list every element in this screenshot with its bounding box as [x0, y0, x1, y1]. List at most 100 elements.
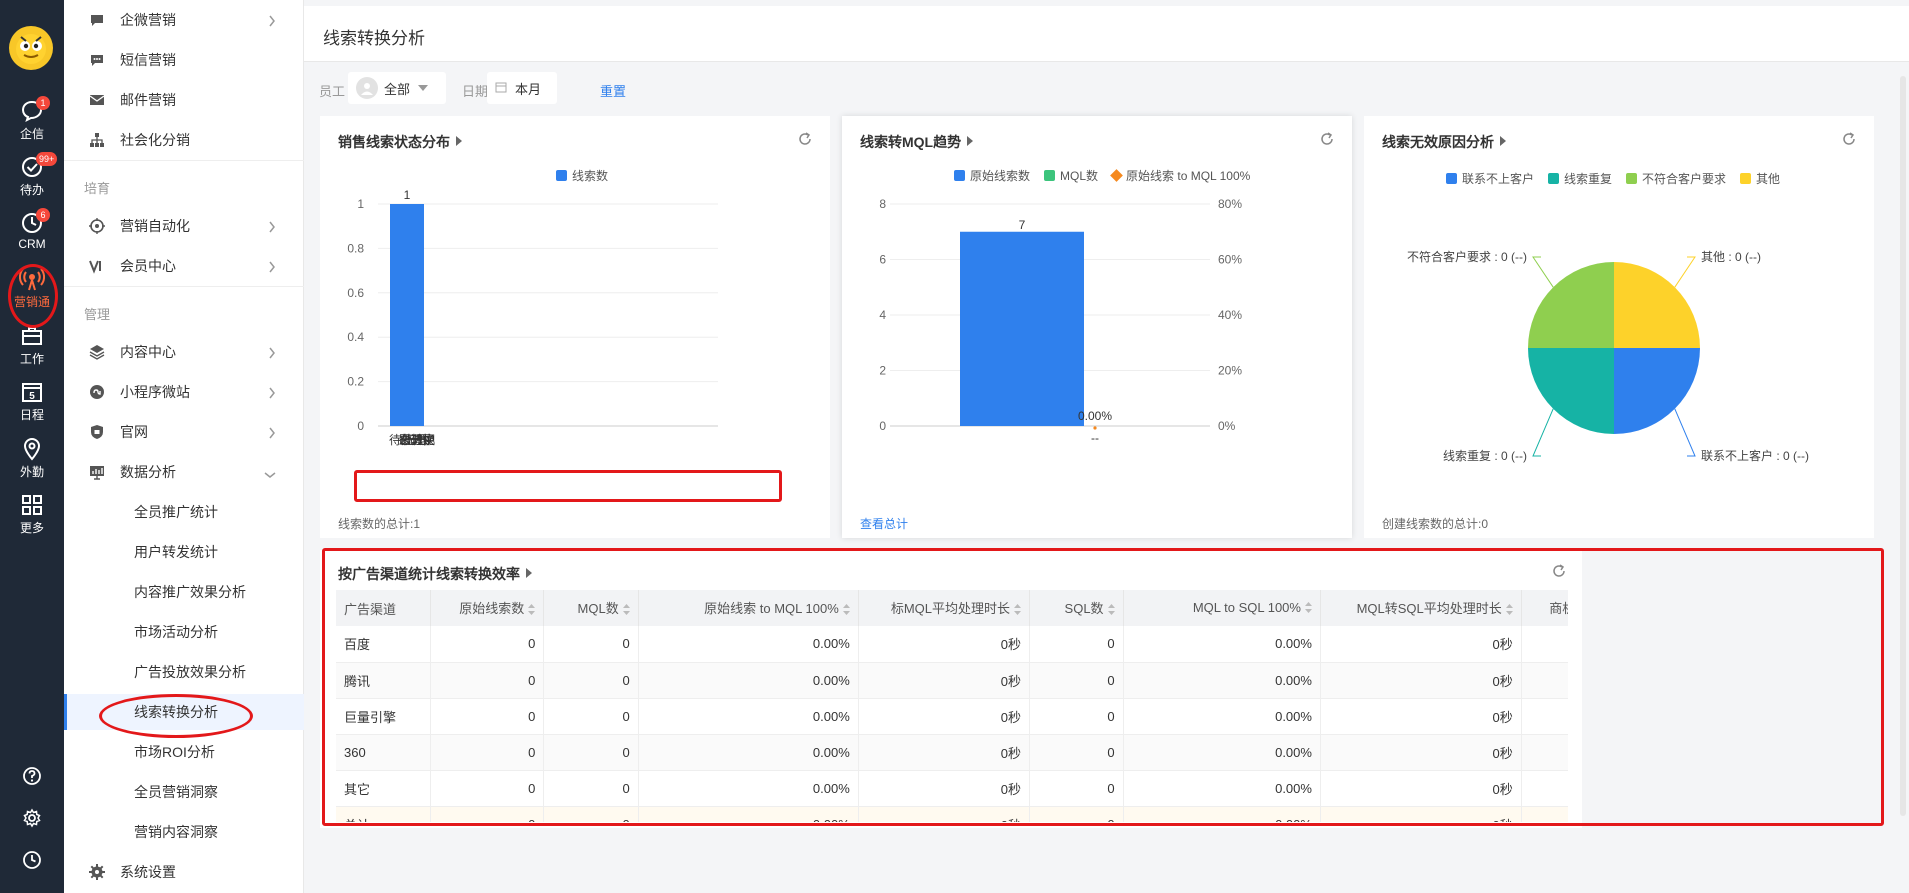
- rail-item-4[interactable]: 营销通: [0, 266, 64, 318]
- sort-icon[interactable]: [842, 603, 850, 618]
- rail-item-label: 企信: [19, 127, 44, 141]
- sidebar-subitem-5[interactable]: 广告投放效果分析: [64, 654, 304, 690]
- pie-slice-线索重复: [1528, 348, 1614, 434]
- sidebar-item-wecom[interactable]: 企微营销: [64, 2, 304, 38]
- column-header[interactable]: MQL转SQL平均处理时长: [1320, 590, 1522, 626]
- table-cell: 0秒: [1320, 770, 1522, 807]
- sidebar-subitem-4[interactable]: 市场活动分析: [64, 614, 304, 650]
- sidebar-item-social-distribution[interactable]: 社会化分销: [64, 122, 304, 158]
- column-header-label: 广告渠道: [344, 601, 397, 617]
- table-cell: 0: [543, 662, 639, 699]
- refresh-icon[interactable]: [798, 132, 812, 149]
- table-cell: 0: [1521, 626, 1568, 663]
- scrollbar[interactable]: [1900, 76, 1906, 816]
- help-icon[interactable]: [0, 760, 64, 792]
- sidebar-item-label: 营销自动化: [120, 218, 190, 234]
- column-header[interactable]: SQL数: [1029, 590, 1124, 626]
- rail-item-7[interactable]: 外勤: [0, 436, 64, 488]
- sort-icon[interactable]: [528, 603, 536, 618]
- table-row: 百度000.00%0秒00.00%0秒0: [336, 626, 1568, 663]
- rail-item-8[interactable]: 更多: [0, 492, 64, 544]
- history-clock-icon[interactable]: [0, 844, 64, 876]
- sidebar-item-label: 社会化分销: [120, 132, 190, 148]
- table-cell: 0秒: [858, 698, 1031, 735]
- column-header[interactable]: 标MQL平均处理时长: [858, 590, 1031, 626]
- sidebar-item-system-settings[interactable]: 系统设置: [64, 854, 304, 890]
- y-tick-label: 6: [879, 253, 886, 267]
- view-total-link[interactable]: 查看总计: [860, 515, 908, 532]
- sidebar-subitem-2[interactable]: 用户转发统计: [64, 534, 304, 570]
- table-cell: 0: [430, 734, 545, 771]
- pie-slice-label: 不符合客户要求 : 0 (--): [1407, 249, 1527, 264]
- refresh-icon[interactable]: [1320, 132, 1334, 149]
- sidebar-item-marketing-automation[interactable]: 营销自动化: [64, 208, 304, 244]
- refresh-icon[interactable]: [1552, 564, 1566, 581]
- card-title[interactable]: 销售线索状态分布: [338, 132, 462, 152]
- column-header[interactable]: 商机数: [1521, 590, 1568, 626]
- refresh-icon[interactable]: [1842, 132, 1856, 149]
- briefcase-icon: [19, 323, 45, 349]
- sort-icon[interactable]: [1014, 603, 1022, 618]
- rail-item-3[interactable]: CRM 6: [0, 208, 64, 262]
- column-header[interactable]: 原始线索 to MQL 100%: [638, 590, 859, 626]
- sidebar-subitem-7[interactable]: 市场ROI分析: [64, 734, 304, 770]
- table-cell: 0: [430, 698, 545, 735]
- calendar-day-number: 5: [29, 391, 35, 402]
- sidebar-item-content-center[interactable]: 内容中心: [64, 334, 304, 370]
- sidebar-item-sms[interactable]: 短信营销: [64, 42, 304, 78]
- sidebar-subitem-3[interactable]: 内容推广效果分析: [64, 574, 304, 610]
- y-tick-label: 0.8: [347, 241, 364, 255]
- notification-badge: 6: [36, 208, 50, 222]
- sidebar-item-website[interactable]: 官网: [64, 414, 304, 450]
- table-cell: 0: [543, 734, 639, 771]
- column-header[interactable]: MQL数: [543, 590, 639, 626]
- pie-slice-其他: [1614, 262, 1700, 348]
- sort-icon[interactable]: [1304, 601, 1312, 616]
- avatar-icon: [356, 77, 378, 99]
- rail-item-1[interactable]: 企信 1: [0, 96, 64, 150]
- calendar-icon: [495, 81, 507, 96]
- table-cell: 总计: [336, 806, 431, 822]
- sidebar-item-member-center[interactable]: 会员中心: [64, 248, 304, 284]
- table-cell: 百度: [336, 626, 431, 663]
- sidebar-subitem-6[interactable]: 线索转换分析: [64, 694, 304, 730]
- conversion-table-wrapper[interactable]: 广告渠道 原始线索数 MQL数 原始线索 to MQL 100% 标MQL平均处理时长 S…: [336, 590, 1568, 822]
- table-cell: 0.00%: [638, 734, 859, 771]
- y-tick-label: 0.4: [347, 330, 364, 344]
- sidebar-item-mini-program[interactable]: 小程序微站: [64, 374, 304, 410]
- column-header[interactable]: 广告渠道: [336, 590, 431, 626]
- bar-data-label: 1: [404, 188, 411, 202]
- sidebar-subitem-9[interactable]: 营销内容洞察: [64, 814, 304, 850]
- column-header-label: MQL to SQL 100%: [1192, 599, 1301, 615]
- sort-icon[interactable]: [622, 603, 630, 618]
- sort-icon[interactable]: [1107, 603, 1115, 618]
- rail-item-5[interactable]: 工作: [0, 323, 64, 375]
- rail-item-label: 外勤: [19, 465, 44, 479]
- rail-item-2[interactable]: 待办 99+: [0, 152, 64, 206]
- sort-icon[interactable]: [1505, 603, 1513, 618]
- calendar-icon: 5: [19, 379, 45, 405]
- chevron-right-icon: [268, 426, 276, 442]
- card-footer-total: 线索数的总计:1: [338, 517, 421, 531]
- date-picker[interactable]: 本月: [487, 72, 557, 104]
- reset-link[interactable]: 重置: [600, 81, 626, 100]
- sidebar-item-label: 短信营销: [120, 52, 176, 68]
- employee-select[interactable]: 全部: [348, 72, 446, 104]
- settings-gear-icon[interactable]: [0, 802, 64, 834]
- card-title[interactable]: 线索转MQL趋势: [860, 132, 974, 152]
- sidebar-item-email[interactable]: 邮件营销: [64, 82, 304, 118]
- column-header[interactable]: MQL to SQL 100%: [1123, 590, 1321, 626]
- card-title[interactable]: 按广告渠道统计线索转换效率: [338, 564, 532, 584]
- sidebar-subitem-8[interactable]: 全员营销洞察: [64, 774, 304, 810]
- table-cell: 0: [1029, 698, 1124, 735]
- card-title[interactable]: 线索无效原因分析: [1382, 132, 1506, 152]
- table-cell: 360: [336, 734, 431, 771]
- table-cell: 0秒: [1320, 806, 1522, 822]
- app-logo[interactable]: [9, 26, 53, 70]
- sidebar-item-data-analysis[interactable]: 数据分析: [64, 454, 304, 490]
- sidebar-subitem-1[interactable]: 全员推广统计: [64, 494, 304, 530]
- table-cell: 0: [1521, 770, 1568, 807]
- column-header[interactable]: 原始线索数: [430, 590, 545, 626]
- table-row: 360000.00%0秒00.00%0秒0: [336, 734, 1568, 771]
- rail-item-6[interactable]: 5 日程: [0, 379, 64, 431]
